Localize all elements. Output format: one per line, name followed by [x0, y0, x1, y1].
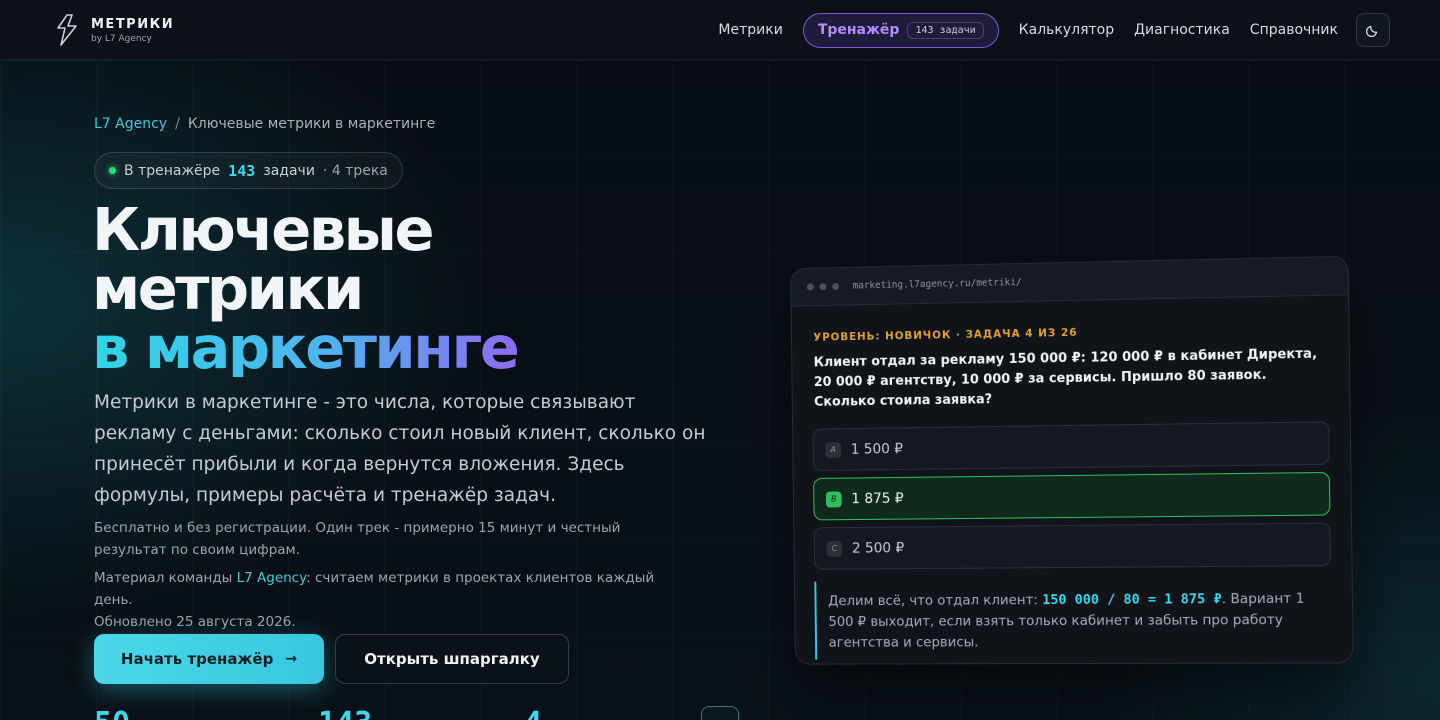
- option-value: 1 875 ₽: [851, 490, 904, 507]
- explain-formula: 150 000 / 80 = 1 875 ₽: [1042, 591, 1222, 609]
- quiz-explanation: Делим всё, что отдал клиент: 150 000 / 8…: [814, 578, 1333, 660]
- breadcrumb-current: Ключевые метрики в маркетинге: [187, 116, 436, 132]
- note-author-link[interactable]: L7 Agency: [237, 570, 307, 586]
- title-line-2: метрики: [92, 254, 364, 323]
- logo-subtitle: by L7 Agency: [91, 33, 152, 44]
- nav-metrics[interactable]: Метрики: [718, 22, 782, 38]
- quiz-preview-card: marketing.l7agency.ru/metriki/ УРОВЕНЬ: …: [790, 255, 1354, 665]
- stat-value: 4: [524, 706, 542, 720]
- hero-note-author: Материал команды L7 Agency: считаем метр…: [94, 567, 694, 633]
- tag-unit: задачи: [263, 162, 315, 179]
- browser-url: marketing.l7agency.ru/metriki/: [852, 276, 1022, 292]
- tag-tracks: · 4 трека: [322, 162, 388, 179]
- open-cheatsheet-button[interactable]: Открыть шпаргалку: [335, 634, 569, 684]
- site-header: МЕТРИКИ by L7 Agency Метрики Тренажёр 14…: [0, 0, 1440, 60]
- explain-pre: Делим всё, что отдал клиент:: [828, 592, 1043, 610]
- logo-title: МЕТРИКИ: [91, 16, 175, 32]
- window-dot-icon: [806, 283, 814, 291]
- quiz-question: Клиент отдал за рекламу 150 000 ₽: 120 0…: [813, 346, 1318, 410]
- status-dot-icon: [109, 167, 116, 174]
- tag-prefix: В тренажёре: [124, 162, 221, 179]
- main-nav: Метрики Тренажёр 143 задачи Калькулятор …: [698, 12, 1390, 48]
- arrow-right-icon: →: [285, 651, 298, 667]
- title-line-1: Ключевые: [92, 195, 435, 264]
- title-line-3: в маркетинге: [92, 313, 520, 382]
- open-cheatsheet-label: Открыть шпаргалку: [364, 650, 540, 668]
- note-author-pre: Материал команды: [94, 570, 237, 586]
- window-dot-icon: [832, 282, 840, 290]
- theme-toggle-button[interactable]: [1356, 13, 1390, 47]
- lightning-icon: [57, 14, 77, 46]
- hero-note-free: Бесплатно и без регистрации. Один трек -…: [94, 520, 621, 558]
- breadcrumb-separator: /: [175, 116, 180, 132]
- window-dot-icon: [819, 283, 827, 291]
- start-trainer-label: Начать тренажёр: [120, 650, 274, 668]
- quiz-level: УРОВЕНЬ: НОВИЧОК · ЗАДАЧА 4 ИЗ 26: [813, 326, 1078, 344]
- nav-trainer-label: Тренажёр: [817, 22, 900, 38]
- option-key: A: [825, 441, 842, 458]
- nav-calculator[interactable]: Калькулятор: [1019, 22, 1114, 38]
- quiz-option-b[interactable]: B 1 875 ₽: [813, 471, 1331, 521]
- tag-count: 143: [228, 161, 256, 180]
- hero-lead: Метрики в маркетинге - это числа, которы…: [94, 392, 706, 506]
- nav-reference[interactable]: Справочник: [1250, 22, 1338, 38]
- stats-row: 50 143 4: [0, 700, 760, 720]
- option-value: 1 500 ₽: [850, 440, 904, 458]
- option-key: C: [826, 540, 843, 557]
- quiz-option-a[interactable]: A 1 500 ₽: [812, 421, 1330, 472]
- moon-icon: [1366, 25, 1378, 37]
- page-title: Ключевые метрики в маркетинге: [92, 195, 520, 382]
- option-key: B: [825, 490, 842, 507]
- trainer-count-badge: В тренажёре 143 задачи · 4 трека: [94, 152, 403, 189]
- breadcrumb-home-link[interactable]: L7 Agency: [94, 116, 167, 132]
- nav-trainer[interactable]: Тренажёр 143 задачи: [802, 12, 999, 48]
- note-updated: Обновлено 25 августа 2026.: [94, 614, 296, 630]
- nav-diagnostics[interactable]: Диагностика: [1134, 22, 1230, 38]
- quiz-option-c[interactable]: C 2 500 ₽: [813, 522, 1332, 570]
- nav-trainer-badge: 143 задачи: [907, 21, 984, 39]
- start-trainer-button[interactable]: Начать тренажёр →: [94, 634, 324, 684]
- logo[interactable]: МЕТРИКИ by L7 Agency: [54, 14, 174, 46]
- quiz-options: A 1 500 ₽ B 1 875 ₽ C 2 500 ₽: [812, 421, 1332, 570]
- stat-icon-box: [701, 706, 739, 720]
- option-value: 2 500 ₽: [851, 539, 905, 557]
- stat-value: 143: [318, 706, 372, 720]
- stat-value: 50: [94, 706, 130, 720]
- breadcrumb: L7 Agency / Ключевые метрики в маркетинге: [94, 116, 435, 132]
